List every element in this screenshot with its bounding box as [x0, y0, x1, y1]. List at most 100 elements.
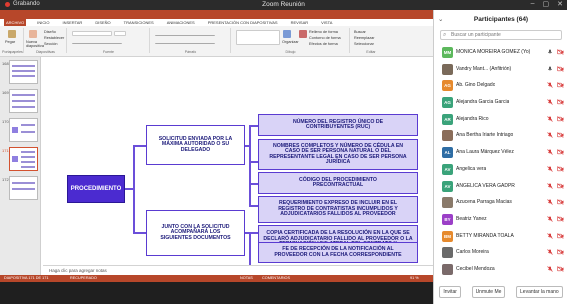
ppt-ribbon: Pegar Portapapeles Nueva diapositiva Dis…	[0, 26, 433, 57]
shapes-gallery[interactable]	[236, 30, 280, 45]
arrange-button[interactable]: Organizar	[282, 40, 299, 44]
connector	[133, 145, 135, 233]
participant-status-icons	[547, 99, 564, 105]
paste-button[interactable]: Pegar	[5, 40, 15, 44]
participant-status-icons	[547, 199, 564, 205]
paragraph-buttons[interactable]	[155, 31, 215, 36]
close-icon[interactable]: ✕	[557, 0, 563, 8]
participant-status-icons	[547, 132, 564, 139]
layout-button[interactable]: Diseño	[44, 30, 56, 34]
tab-revisar[interactable]: REVISAR	[289, 19, 311, 26]
find-button[interactable]: Buscar	[354, 30, 366, 34]
group-label: Fuente	[103, 50, 114, 54]
alignment-buttons[interactable]	[155, 39, 215, 44]
participant-row[interactable]: Vandry Mant... (Anfitrión)	[434, 61, 567, 78]
outline-button[interactable]: Contorno de forma	[309, 36, 341, 40]
participant-status-icons	[547, 232, 564, 239]
arrange-icon[interactable]	[283, 30, 291, 38]
slide-thumbnail[interactable]: 168	[2, 60, 38, 84]
participant-row[interactable]: MM MÓNICA MOREIRA GÓMEZ (Yo)	[434, 44, 567, 61]
avatar	[442, 197, 453, 209]
font-format-buttons[interactable]	[72, 39, 122, 44]
mic-muted-icon	[547, 166, 553, 172]
connector	[249, 205, 258, 207]
participant-row[interactable]: AG Alejandra Garcia Garcia	[434, 94, 567, 111]
participant-row[interactable]: AL Ana Laura Márquez Vélez	[434, 144, 567, 161]
tab-animaciones[interactable]: ANIMACIONES	[165, 19, 197, 26]
participant-row[interactable]: AV Angelica vera	[434, 161, 567, 178]
select-button[interactable]: Seleccionar	[354, 42, 374, 46]
group-label: Diapositivas	[36, 50, 55, 54]
minimize-icon[interactable]: –	[531, 0, 535, 8]
invite-button[interactable]: Invitar	[439, 286, 461, 298]
zoom-level[interactable]: 91 %	[410, 276, 419, 280]
participant-row[interactable]: AG Ab. Gino Delgado	[434, 77, 567, 94]
participant-row[interactable]: AR Alejandra Rico	[434, 111, 567, 128]
thumbnail-number: 171	[2, 148, 9, 153]
participant-name: Alejandra Garcia Garcia	[456, 99, 510, 106]
tab-presentacion[interactable]: PRESENTACIÓN CON DIAPOSITIVAS	[206, 19, 280, 26]
participant-row[interactable]: Carlos Moreira	[434, 244, 567, 261]
participant-status-icons	[547, 65, 564, 72]
participant-name: Ab. Gino Delgado	[456, 82, 496, 89]
section-button[interactable]: Sección	[44, 42, 58, 46]
maximize-icon[interactable]: ▢	[543, 0, 550, 8]
quick-styles-icon[interactable]	[299, 30, 307, 38]
tab-insertar[interactable]: INSERTAR	[60, 19, 84, 26]
participant-row[interactable]: AV ANGELICA VERA GADPR	[434, 178, 567, 195]
thumbnail-shape	[12, 127, 18, 133]
thumbnail-line	[12, 70, 35, 72]
comments-button[interactable]: COMENTARIOS	[262, 276, 290, 280]
participant-row[interactable]: BY Beatriz Yanez	[434, 211, 567, 228]
replace-button[interactable]: Reemplazar	[354, 36, 374, 40]
avatar: AG	[442, 80, 453, 92]
avatar	[442, 130, 453, 142]
video-off-icon	[557, 199, 564, 205]
font-size-select[interactable]	[114, 31, 126, 36]
font-family-select[interactable]	[72, 31, 112, 36]
new-slide-button[interactable]: Nueva diapositiva	[26, 40, 44, 48]
raise-hand-button[interactable]: Levantar la mano	[516, 286, 563, 298]
thumbnail-line	[21, 161, 35, 163]
notes-button[interactable]: NOTAS	[240, 276, 253, 280]
notes-pane[interactable]: Haga clic para agregar notas	[43, 265, 433, 275]
slide-thumbnail[interactable]: 169	[2, 89, 38, 113]
tab-inicio[interactable]: INICIO	[35, 19, 51, 26]
thumbnail-line	[21, 151, 35, 153]
new-slide-icon[interactable]	[29, 30, 37, 38]
unmute-button[interactable]: Unmute Me	[471, 286, 506, 298]
thumbnail-line	[12, 182, 35, 184]
thumbnail-line	[21, 156, 35, 158]
slide-canvas[interactable]: PROCEDIMIENTO SOLICITUD ENVIADA POR LA M…	[43, 57, 433, 277]
tab-vista[interactable]: VISTA	[319, 19, 334, 26]
video-off-icon	[557, 166, 564, 172]
thumbnail-number: 168	[2, 61, 9, 66]
slide-thumbnail[interactable]: 170	[2, 118, 38, 142]
diagram-item-requerimiento: REQUERIMIENTO EXPRESO DE INCLUIR EN EL R…	[258, 196, 418, 223]
group-editing: Buscar Reemplazar Seleccionar Editar	[351, 28, 391, 54]
participant-row[interactable]: Cecibel Mendoza	[434, 261, 567, 278]
thumbnail-line	[12, 100, 35, 102]
window-title: Zoom Reunión	[262, 1, 305, 8]
tab-diseno[interactable]: DISEÑO	[93, 19, 112, 26]
slide-thumbnail[interactable]: 172	[2, 176, 38, 200]
paste-icon[interactable]	[8, 30, 16, 38]
video-off-icon	[557, 266, 564, 272]
windows-taskbar	[0, 282, 433, 304]
tab-archivo[interactable]: ARCHIVO	[4, 19, 27, 26]
participant-search-input[interactable]: ⌕ Buscar un participante	[440, 30, 562, 40]
participant-row[interactable]: Ana Bertha Iriarte Intriago	[434, 127, 567, 144]
reset-button[interactable]: Restablecer	[44, 36, 64, 40]
slide-thumbnail-selected[interactable]: 171	[2, 147, 38, 171]
participant-row[interactable]: Azucena Parraga Macias	[434, 194, 567, 211]
connector	[133, 232, 146, 234]
fill-button[interactable]: Relleno de forma	[309, 30, 338, 34]
participant-status-icons	[547, 249, 564, 255]
video-off-icon	[557, 232, 564, 239]
chevron-down-icon[interactable]: ⌄	[438, 15, 443, 23]
participant-row[interactable]: BM BETTY MIRANDA TOALA	[434, 228, 567, 245]
tab-transiciones[interactable]: TRANSICIONES	[122, 19, 156, 26]
group-label: Párrafo	[184, 50, 197, 54]
ppt-ribbon-tabs: ARCHIVO INICIO INSERTAR DISEÑO TRANSICIO…	[0, 19, 433, 26]
effects-button[interactable]: Efectos de forma	[309, 42, 338, 46]
